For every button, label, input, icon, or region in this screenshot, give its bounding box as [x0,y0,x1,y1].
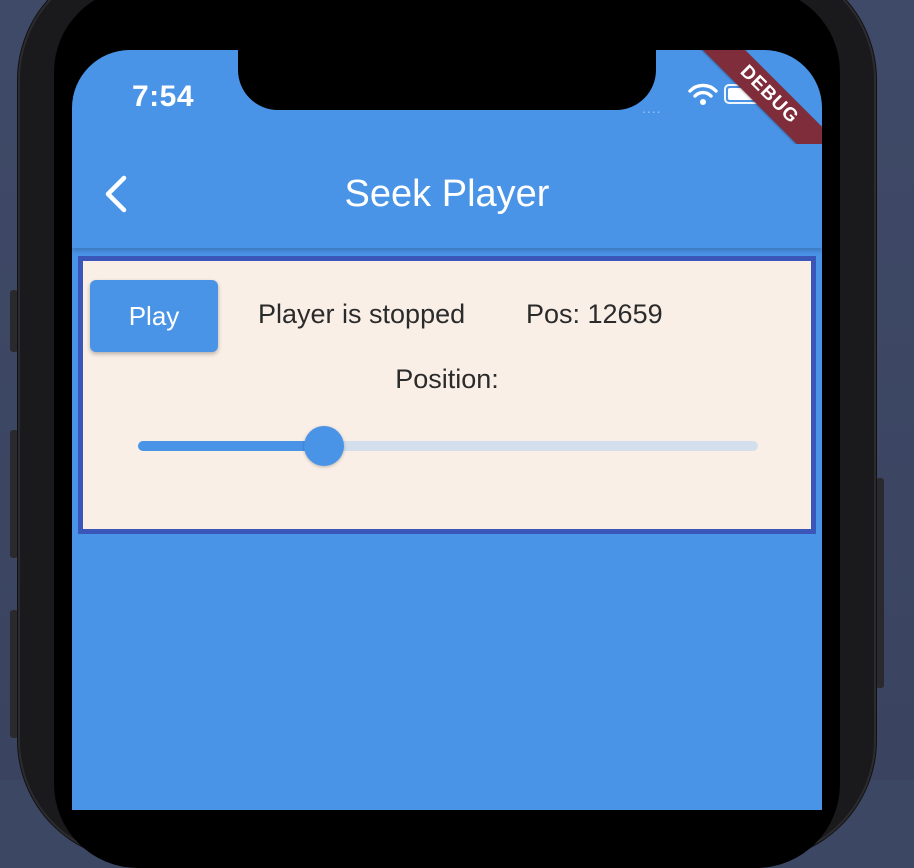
wifi-icon [688,83,718,105]
phone-side-button [10,430,18,558]
play-button[interactable]: Play [90,280,218,352]
cellular-signal-icon: .... [642,100,662,116]
slider-active-track [138,441,324,451]
player-status-text: Player is stopped [258,299,466,329]
slider-thumb[interactable] [304,426,344,466]
position-slider[interactable] [138,426,758,466]
status-bar-time: 7:54 [132,80,195,113]
page-title: Seek Player [344,173,550,215]
app-bar: Seek Player [72,144,822,248]
app-screen: 7:54 .... DEBUG Seek Player Play Player … [72,50,822,810]
phone-notch [238,50,656,110]
position-label: Position: [395,364,499,394]
player-position-text: Pos: 12659 [526,299,663,329]
phone-side-button [876,478,884,688]
phone-side-button [10,290,18,352]
phone-side-button [10,610,18,738]
player-card: Play Player is stopped Pos: 12659 Positi… [78,256,816,534]
